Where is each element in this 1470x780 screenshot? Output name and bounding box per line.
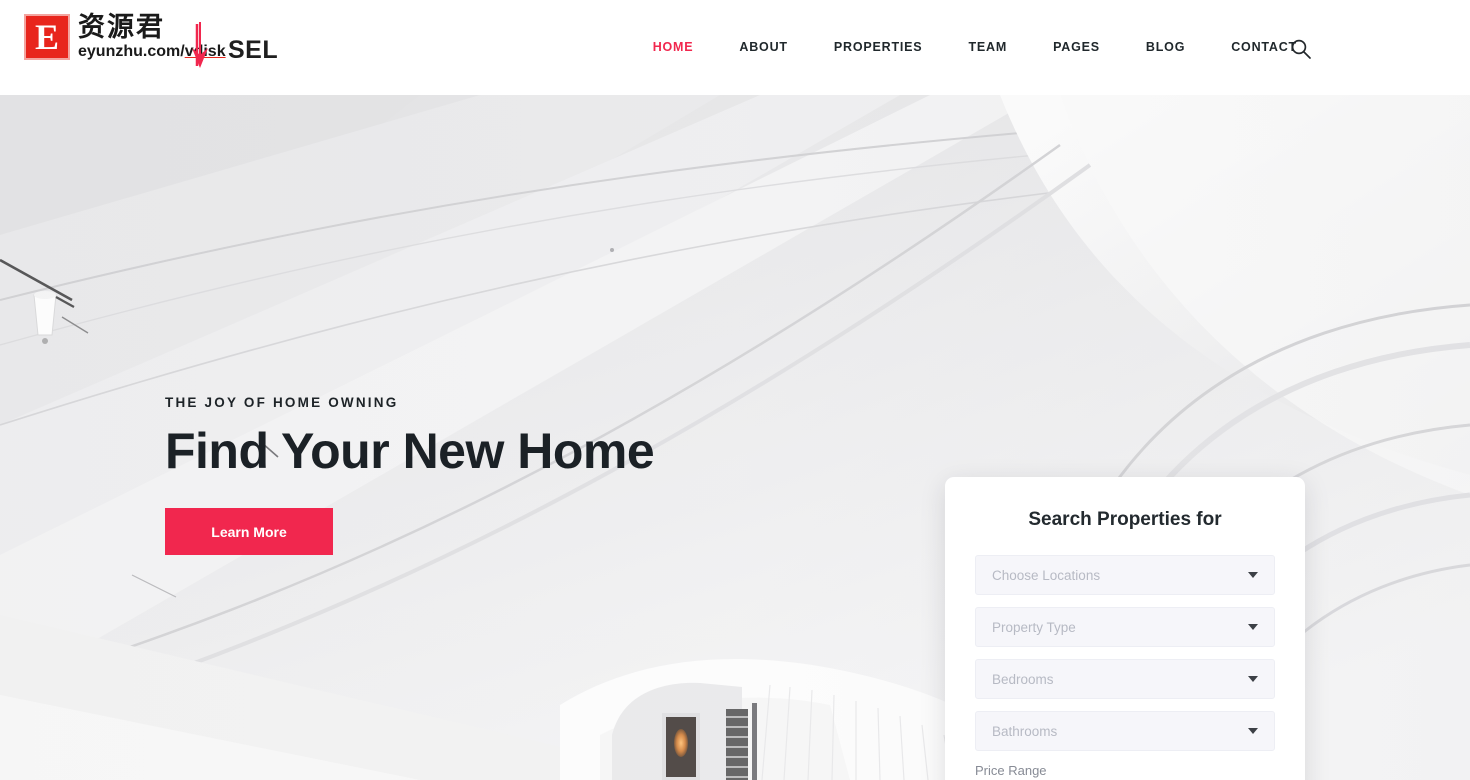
bathrooms-placeholder: Bathrooms <box>992 723 1058 739</box>
watermark-url: eyunzhu.com/vdisk <box>78 43 226 61</box>
chevron-down-icon <box>1248 572 1258 578</box>
bedrooms-placeholder: Bedrooms <box>992 671 1054 687</box>
property-type-placeholder: Property Type <box>992 619 1076 635</box>
watermark-badge-icon: E <box>24 14 70 60</box>
site-header: E 资源君 eyunzhu.com/vdisk SEL HOME ABOUT P… <box>0 0 1470 95</box>
nav-item-about[interactable]: ABOUT <box>716 0 810 95</box>
choose-locations-select[interactable]: Choose Locations <box>975 555 1275 595</box>
watermark-cn-text: 资源君 <box>78 12 165 43</box>
watermark-logo: E 资源君 eyunzhu.com/vdisk <box>24 12 226 61</box>
bathrooms-select[interactable]: Bathrooms <box>975 711 1275 751</box>
nav-item-home[interactable]: HOME <box>630 0 717 95</box>
hero-section: THE JOY OF HOME OWNING Find Your New Hom… <box>0 95 1470 780</box>
nav-item-properties[interactable]: PROPERTIES <box>811 0 946 95</box>
bedrooms-select[interactable]: Bedrooms <box>975 659 1275 699</box>
hero-content: THE JOY OF HOME OWNING Find Your New Hom… <box>165 395 655 555</box>
watermark-url-suffix: vdisk <box>184 43 226 61</box>
learn-more-button[interactable]: Learn More <box>165 508 333 555</box>
brand-name: SEL <box>228 36 279 64</box>
watermark-url-prefix: eyunzhu.com/ <box>78 43 185 61</box>
nav-item-pages[interactable]: PAGES <box>1030 0 1123 95</box>
search-icon[interactable] <box>1290 38 1312 60</box>
nav-item-team[interactable]: TEAM <box>945 0 1030 95</box>
choose-locations-placeholder: Choose Locations <box>992 567 1101 583</box>
main-nav: HOME ABOUT PROPERTIES TEAM PAGES BLOG CO… <box>630 0 1320 95</box>
hero-eyebrow: THE JOY OF HOME OWNING <box>165 395 399 410</box>
chevron-down-icon <box>1248 676 1258 682</box>
price-range-label: Price Range <box>975 763 1047 778</box>
property-type-select[interactable]: Property Type <box>975 607 1275 647</box>
nav-item-blog[interactable]: BLOG <box>1123 0 1208 95</box>
watermark-text: 资源君 eyunzhu.com/vdisk <box>78 12 226 61</box>
search-properties-panel: Search Properties for Choose Locations P… <box>945 477 1305 780</box>
chevron-down-icon <box>1248 624 1258 630</box>
chevron-down-icon <box>1248 728 1258 734</box>
panel-title: Search Properties for <box>1028 509 1222 530</box>
hero-headline: Find Your New Home <box>165 423 655 479</box>
